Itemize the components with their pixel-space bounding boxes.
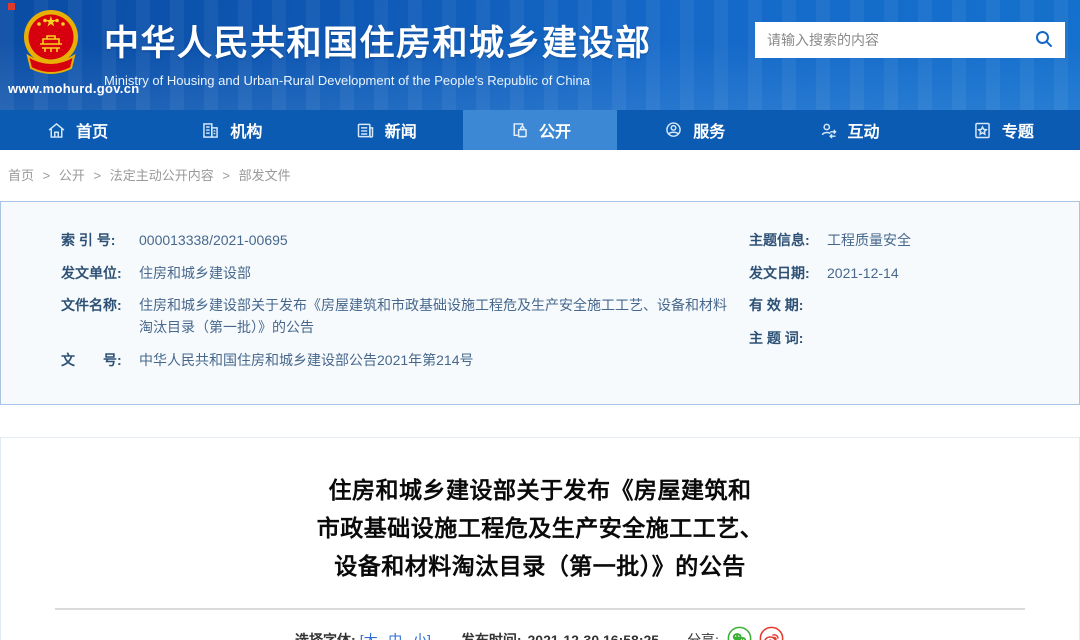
doc-info-value: 中华人民共和国住房和城乡建设部公告2021年第214号 — [139, 350, 474, 372]
doc-info-label: 发文日期: — [749, 263, 827, 285]
publish-time-value: 2021-12-30 16:58:25 — [528, 632, 660, 640]
article-meta-bar: 选择字体: [大-中-小] 发布时间: 2021-12-30 16:58:25 … — [1, 627, 1079, 640]
font-selector-separator: - — [405, 632, 410, 640]
doc-info-value: 住房和城乡建设部 — [139, 263, 251, 285]
document-info-panel: 索 引 号: 000013338/2021-00695 发文单位: 住房和城乡建… — [0, 201, 1080, 405]
document-info-right-column: 主题信息: 工程质量安全 发文日期: 2021-12-14 有 效 期: 主 题… — [749, 230, 1067, 382]
article-title: 住房和城乡建设部关于发布《房屋建筑和 市政基础设施工程危及生产安全施工工艺、 设… — [1, 471, 1079, 585]
site-title-english: Ministry of Housing and Urban-Rural Deve… — [104, 73, 652, 88]
wechat-share-button[interactable] — [727, 627, 753, 640]
nav-item-news[interactable]: 新闻 — [309, 110, 463, 150]
search-button[interactable] — [1023, 22, 1065, 58]
font-selector: [大-中-小] — [360, 630, 431, 640]
article-card: 住房和城乡建设部关于发布《房屋建筑和 市政基础设施工程危及生产安全施工工艺、 设… — [0, 437, 1080, 640]
nav-item-label: 首页 — [76, 118, 108, 142]
nav-item-home[interactable]: 首页 — [0, 110, 154, 150]
doc-info-label: 有 效 期: — [749, 295, 827, 317]
home-icon — [46, 120, 67, 141]
wechat-share-icon — [727, 626, 752, 640]
nav-item-topics[interactable]: 专题 — [926, 110, 1080, 150]
search-box — [755, 22, 1065, 58]
breadcrumb-separator: > — [94, 168, 102, 183]
breadcrumb-ministry-documents[interactable]: 部发文件 — [239, 168, 291, 183]
nav-item-label: 公开 — [539, 118, 571, 142]
weibo-share-icon — [759, 626, 784, 640]
article-title-line: 设备和材料淘汰目录（第一批）》的公告 — [1, 547, 1079, 585]
document-info-left-column: 索 引 号: 000013338/2021-00695 发文单位: 住房和城乡建… — [13, 230, 749, 382]
search-input[interactable] — [755, 22, 1023, 58]
breadcrumb-statutory-disclosure[interactable]: 法定主动公开内容 — [110, 168, 214, 183]
nav-item-interaction[interactable]: 互动 — [771, 110, 925, 150]
main-nav: 首页 机构 新闻 公开 — [0, 110, 1080, 150]
share-label: 分享: — [687, 630, 719, 640]
news-icon — [355, 120, 376, 141]
doc-info-label: 主题信息: — [749, 230, 827, 252]
font-selector-separator: - — [381, 632, 386, 640]
doc-info-label: 文件名称: — [61, 295, 139, 338]
share-icons — [727, 627, 785, 640]
breadcrumb: 首页 > 公开 > 法定主动公开内容 > 部发文件 — [0, 150, 1080, 197]
doc-info-row-issue-date: 发文日期: 2021-12-14 — [749, 263, 1067, 285]
nav-item-label: 新闻 — [385, 118, 417, 142]
doc-info-value: 2021-12-14 — [827, 263, 899, 285]
breadcrumb-separator: > — [222, 168, 230, 183]
doc-info-label: 发文单位: — [61, 263, 139, 285]
nav-item-disclosure[interactable]: 公开 — [463, 110, 617, 150]
article-title-line: 住房和城乡建设部关于发布《房屋建筑和 — [1, 471, 1079, 509]
doc-info-row-keywords: 主 题 词: — [749, 328, 1067, 350]
doc-info-label: 主 题 词: — [749, 328, 827, 350]
doc-info-label: 索 引 号: — [61, 230, 139, 252]
breadcrumb-home[interactable]: 首页 — [8, 168, 34, 183]
site-header: www.mohurd.gov.cn 中华人民共和国住房和城乡建设部 Minist… — [0, 0, 1080, 110]
font-selector-bracket: ] — [427, 632, 431, 640]
font-size-medium-button[interactable]: 中 — [388, 632, 402, 640]
title-divider — [55, 608, 1025, 610]
nav-item-organization[interactable]: 机构 — [154, 110, 308, 150]
nav-item-label: 机构 — [230, 118, 262, 142]
doc-info-row-subject-info: 主题信息: 工程质量安全 — [749, 230, 1067, 252]
nav-item-label: 互动 — [848, 118, 880, 142]
building-icon — [200, 120, 221, 141]
doc-info-value: 000013338/2021-00695 — [139, 230, 288, 252]
breadcrumb-separator: > — [43, 168, 51, 183]
site-title-block: 中华人民共和国住房和城乡建设部 Ministry of Housing and … — [104, 15, 652, 88]
doc-info-row-validity: 有 效 期: — [749, 295, 1067, 317]
site-title-chinese: 中华人民共和国住房和城乡建设部 — [104, 15, 652, 66]
font-selector-label: 选择字体: — [295, 630, 356, 640]
national-emblem-icon — [22, 6, 80, 87]
font-size-small-button[interactable]: 小 — [413, 632, 427, 640]
doc-info-label: 文 号: — [61, 350, 139, 372]
doc-info-row-index-number: 索 引 号: 000013338/2021-00695 — [61, 230, 731, 252]
section-gap — [0, 405, 1080, 437]
publish-time-label: 发布时间: — [461, 630, 522, 640]
doc-info-value: 工程质量安全 — [827, 230, 911, 252]
disclosure-icon — [509, 120, 530, 141]
nav-item-services[interactable]: 服务 — [617, 110, 771, 150]
font-size-large-button[interactable]: 大 — [364, 632, 378, 640]
corner-decoration — [8, 3, 15, 10]
topics-icon — [972, 120, 993, 141]
doc-info-row-document-name: 文件名称: 住房和城乡建设部关于发布《房屋建筑和市政基础设施工程危及生产安全施工… — [61, 295, 731, 338]
doc-info-row-issuing-unit: 发文单位: 住房和城乡建设部 — [61, 263, 731, 285]
doc-info-row-document-number: 文 号: 中华人民共和国住房和城乡建设部公告2021年第214号 — [61, 350, 731, 372]
nav-item-label: 服务 — [693, 118, 725, 142]
weibo-share-button[interactable] — [759, 627, 785, 640]
doc-info-value: 住房和城乡建设部关于发布《房屋建筑和市政基础设施工程危及生产安全施工工艺、设备和… — [139, 295, 731, 338]
interact-icon — [818, 120, 839, 141]
search-icon — [1034, 29, 1054, 52]
service-icon — [663, 120, 684, 141]
breadcrumb-disclosure[interactable]: 公开 — [59, 168, 85, 183]
nav-item-label: 专题 — [1002, 118, 1034, 142]
article-title-line: 市政基础设施工程危及生产安全施工工艺、 — [1, 509, 1079, 547]
